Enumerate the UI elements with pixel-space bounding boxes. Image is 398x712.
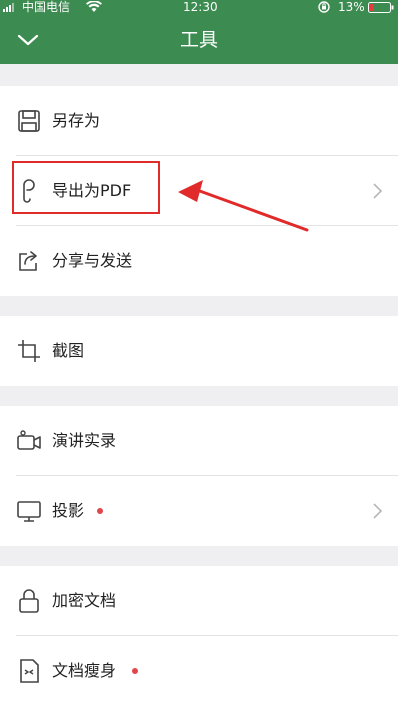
signal-strength-icon bbox=[3, 2, 14, 12]
new-badge-dot bbox=[97, 508, 103, 514]
lock-icon bbox=[16, 588, 42, 614]
menu-item-save-as[interactable]: 另存为 bbox=[0, 86, 398, 156]
projection-label: 投影 bbox=[52, 501, 85, 520]
menu-item-share-send[interactable]: 分享与发送 bbox=[0, 226, 398, 296]
battery-percent: 13% bbox=[338, 0, 365, 14]
new-badge-dot bbox=[132, 668, 138, 674]
chevron-right-icon bbox=[372, 182, 384, 200]
status-time: 12:30 bbox=[183, 0, 218, 14]
share-send-label: 分享与发送 bbox=[52, 251, 133, 270]
chevron-right-icon bbox=[372, 502, 384, 520]
menu-item-slim-document[interactable]: 文档瘦身 bbox=[0, 636, 398, 706]
monitor-icon bbox=[16, 498, 42, 524]
wifi-icon bbox=[86, 0, 102, 15]
carrier-label: 中国电信 bbox=[22, 0, 71, 14]
floppy-disk-icon bbox=[16, 108, 42, 134]
crop-icon bbox=[16, 338, 42, 364]
share-icon bbox=[16, 248, 42, 274]
slim-document-label: 文档瘦身 bbox=[52, 661, 117, 680]
save-as-label: 另存为 bbox=[52, 111, 101, 130]
nav-bar: 工具 bbox=[0, 14, 398, 64]
presentation-section: 演讲实录 投影 bbox=[0, 406, 398, 546]
document-slim-icon bbox=[16, 658, 42, 684]
annotation-arrow-icon bbox=[178, 180, 309, 232]
page-title: 工具 bbox=[179, 29, 218, 51]
security-section: 加密文档 文档瘦身 bbox=[0, 566, 398, 712]
status-bar: 中国电信 12:30 13% bbox=[0, 0, 398, 14]
menu-item-projection[interactable]: 投影 bbox=[0, 476, 398, 546]
encrypt-document-label: 加密文档 bbox=[52, 591, 117, 610]
annotation-highlight-box bbox=[12, 161, 160, 214]
presentation-record-label: 演讲实录 bbox=[52, 431, 117, 450]
video-camera-icon bbox=[16, 428, 42, 454]
menu-item-screenshot[interactable]: 截图 bbox=[0, 316, 398, 386]
screenshot-label: 截图 bbox=[52, 341, 85, 360]
menu-item-presentation-record[interactable]: 演讲实录 bbox=[0, 406, 398, 476]
screenshot-section: 截图 bbox=[0, 316, 398, 386]
menu-item-encrypt-document[interactable]: 加密文档 bbox=[0, 566, 398, 636]
